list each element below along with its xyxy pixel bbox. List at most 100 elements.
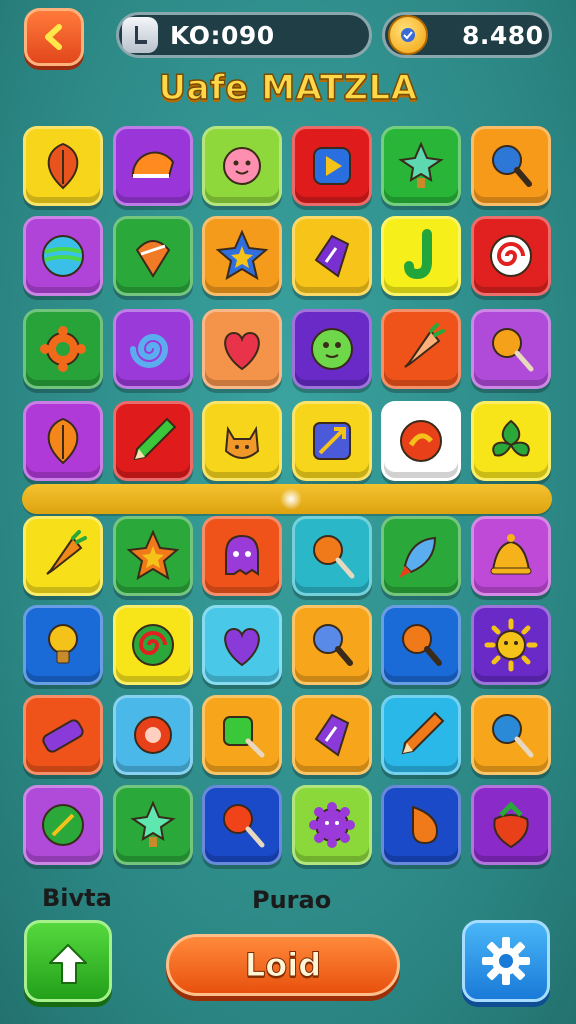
gem-icon: [314, 234, 350, 278]
cake-icon: [131, 151, 175, 178]
cat-face-tile[interactable]: [202, 401, 282, 481]
gear-icon: [482, 937, 530, 985]
bell-tile[interactable]: [471, 516, 551, 596]
swirl-icon: [132, 624, 174, 666]
smiley-flower-tile[interactable]: [202, 126, 282, 206]
purple-gem-square-tile[interactable]: [292, 695, 372, 775]
play-gem-tile[interactable]: [292, 126, 372, 206]
orange-drop-tile[interactable]: [381, 785, 461, 865]
heart-icon: [224, 331, 260, 371]
gear-flower-tile[interactable]: [23, 309, 103, 389]
magnifier-tile[interactable]: [471, 126, 551, 206]
magnifier-icon: [313, 624, 353, 666]
arrow-gem-tile[interactable]: [292, 401, 372, 481]
spiral-icon: [130, 334, 169, 368]
flag-icon: [42, 804, 84, 846]
purple-ghost-tile[interactable]: [202, 516, 282, 596]
blue-magnifier-tile[interactable]: [292, 605, 372, 685]
shuttle-tile[interactable]: [381, 516, 461, 596]
planet-tile[interactable]: [23, 216, 103, 296]
berry-icon: [493, 801, 529, 849]
blue-candy-tile[interactable]: [471, 695, 551, 775]
drop-icon: [412, 805, 439, 845]
lollipop-icon: [313, 535, 355, 579]
cake-slice-tile[interactable]: [113, 126, 193, 206]
back-button[interactable]: [24, 8, 84, 66]
clover-leaf-tile[interactable]: [471, 401, 551, 481]
hook-tile[interactable]: [381, 216, 461, 296]
carrot-icon: [404, 323, 445, 368]
purple-bar-tile[interactable]: [23, 695, 103, 775]
pencil-tile[interactable]: [113, 401, 193, 481]
red-candy-tile[interactable]: [202, 785, 282, 865]
carrot-tile[interactable]: [381, 309, 461, 389]
heart-bolt-tile[interactable]: [202, 309, 282, 389]
arrow-icon: [313, 422, 351, 460]
red-ring-tile[interactable]: [113, 695, 193, 775]
lollipop-icon: [492, 328, 534, 372]
orange-magnifier-tile[interactable]: [381, 605, 461, 685]
spiral-tile[interactable]: [113, 309, 193, 389]
trophy-icon: [122, 17, 158, 53]
heart-icon: [224, 627, 260, 667]
planet-icon: [42, 235, 84, 277]
lollipop-icon: [492, 714, 534, 758]
bulb-tile[interactable]: [23, 605, 103, 685]
purple-heart-tile[interactable]: [202, 605, 282, 685]
ring-icon: [134, 716, 172, 754]
key-icon: [223, 716, 265, 758]
star-bulb-icon: [398, 141, 444, 188]
orange-star-tile[interactable]: [113, 516, 193, 596]
star-bulb-tile[interactable]: [381, 126, 461, 206]
green-star-bulb-tile[interactable]: [113, 785, 193, 865]
bulb-icon: [48, 624, 78, 664]
strawberry-tile[interactable]: [471, 785, 551, 865]
flag-gem-tile[interactable]: [23, 785, 103, 865]
maple-leaf-tile[interactable]: [23, 126, 103, 206]
swirl-candy-tile[interactable]: [471, 216, 551, 296]
pencil-icon: [401, 711, 445, 755]
green-key-tile[interactable]: [202, 695, 282, 775]
green-swirl-tile[interactable]: [113, 605, 193, 685]
up-arrow-button[interactable]: [24, 920, 112, 1002]
coin-icon: [388, 15, 428, 55]
game-title: Uafe MATZLA: [158, 67, 418, 109]
green-blob-tile[interactable]: [292, 309, 372, 389]
center-label: Purao: [252, 886, 332, 914]
ice-pop-tile[interactable]: [471, 309, 551, 389]
sun-icon: [484, 618, 538, 672]
blob-icon: [311, 328, 353, 370]
cog-icon: [309, 802, 355, 848]
ghost-icon: [225, 534, 259, 576]
star-icon: [215, 229, 269, 281]
leaf-icon: [47, 417, 79, 465]
orange-leaf-tile[interactable]: [23, 401, 103, 481]
purple-gear-tile[interactable]: [292, 785, 372, 865]
coin-panel: 8.480: [382, 12, 552, 58]
orange-lollipop-tile[interactable]: [292, 516, 372, 596]
hook-icon: [404, 229, 432, 280]
score-value: KO:090: [170, 20, 275, 50]
sun-face-tile[interactable]: [471, 605, 551, 685]
settings-button[interactable]: [462, 920, 550, 1002]
cog-flower-icon: [40, 326, 86, 372]
leaf-icon: [47, 142, 79, 190]
top-tile[interactable]: [113, 216, 193, 296]
orange-pencil-tile[interactable]: [381, 695, 461, 775]
star-icon: [126, 529, 180, 581]
star-tile[interactable]: [202, 216, 282, 296]
bell-icon: [490, 534, 532, 575]
carrot-root-tile[interactable]: [23, 516, 103, 596]
play-icon: [313, 147, 351, 185]
top-icon: [135, 240, 171, 278]
shuttle-icon: [399, 536, 437, 578]
clover-icon: [492, 419, 530, 457]
coin-value: 8.480: [462, 20, 544, 50]
magnifier-icon: [492, 145, 532, 187]
purple-gem-tile[interactable]: [292, 216, 372, 296]
swirl-icon: [490, 235, 532, 277]
fire-ball-tile[interactable]: [381, 401, 461, 481]
flower-icon: [223, 147, 261, 185]
ball-icon: [400, 420, 442, 462]
load-button[interactable]: Loid: [166, 934, 400, 996]
